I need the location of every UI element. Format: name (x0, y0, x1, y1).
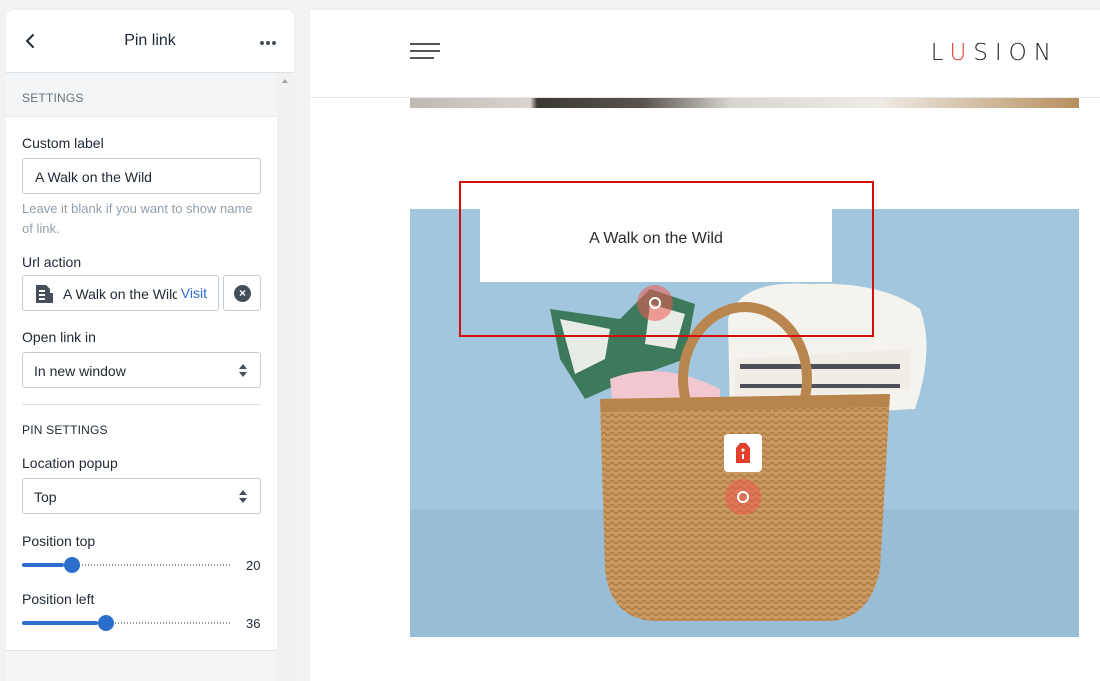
sidebar-scroll-area: SETTINGS Custom label A Walk on the Wild… (6, 73, 277, 681)
settings-sidebar: Pin link SETTINGS Custom label A Walk on… (6, 10, 294, 681)
open-link-value: In new window (34, 363, 126, 379)
hamburger-menu-icon[interactable] (410, 43, 440, 63)
popup-highlight-box (459, 181, 874, 337)
select-caret-icon (239, 364, 247, 377)
clear-circle-icon: × (234, 285, 251, 302)
sidebar-header: Pin link (6, 10, 294, 73)
position-top-value: 20 (246, 558, 261, 573)
document-icon (36, 285, 53, 303)
open-link-select[interactable]: In new window (22, 352, 261, 388)
custom-label-help: Leave it blank if you want to show name … (22, 201, 253, 236)
sidebar-scrollbar[interactable] (277, 73, 294, 681)
position-left-thumb[interactable] (98, 615, 114, 631)
position-top-label: Position top (22, 533, 96, 549)
location-popup-label: Location popup (22, 455, 118, 471)
sidebar-title: Pin link (124, 32, 176, 49)
location-popup-value: Top (34, 489, 57, 505)
store-logo[interactable]: LUSION (931, 40, 1058, 66)
position-top-thumb[interactable] (64, 557, 80, 573)
location-popup-select[interactable]: Top (22, 478, 261, 514)
open-link-label: Open link in (22, 329, 96, 345)
price-tag-icon (736, 443, 750, 463)
scroll-up-icon[interactable] (282, 79, 288, 83)
settings-panel: Custom label A Walk on the Wild Leave it… (6, 117, 277, 651)
visit-link[interactable]: Visit (176, 276, 218, 310)
url-action-value: A Walk on the Wild (63, 286, 179, 302)
product-tag[interactable] (724, 434, 762, 472)
theme-preview: LUSION A Walk on the Wild (310, 10, 1100, 681)
position-left-slider[interactable]: 36 (22, 613, 261, 633)
section-divider (22, 404, 261, 405)
position-left-label: Position left (22, 591, 95, 607)
pin-hotspot-icon[interactable] (725, 479, 761, 515)
url-action-label: Url action (22, 254, 82, 270)
select-caret-icon (239, 490, 247, 503)
url-action-field[interactable]: A Walk on the Wild Visit (22, 275, 219, 311)
position-top-slider[interactable]: 20 (22, 555, 261, 575)
custom-label-label: Custom label (22, 135, 104, 151)
pin-settings-heading: PIN SETTINGS (22, 423, 108, 437)
position-left-value: 36 (246, 616, 261, 631)
settings-heading: SETTINGS (6, 73, 277, 117)
clear-url-button[interactable]: × (223, 275, 261, 311)
store-header: LUSION (310, 10, 1100, 98)
previous-section-image (410, 98, 1079, 108)
more-horizontal-icon[interactable] (260, 32, 280, 48)
custom-label-input[interactable]: A Walk on the Wild (22, 158, 261, 194)
